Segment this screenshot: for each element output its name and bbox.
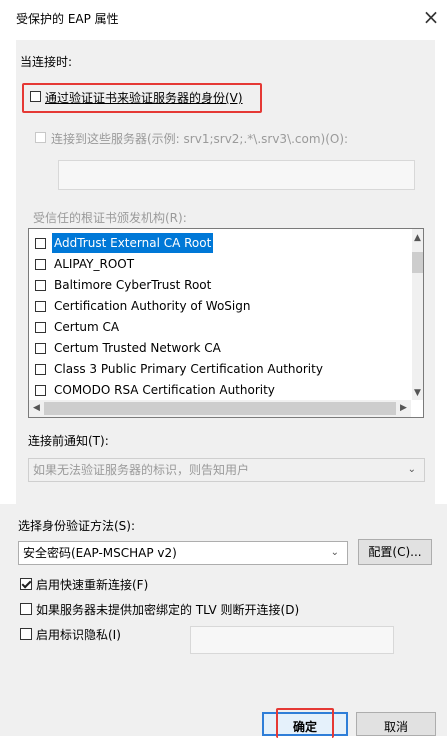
chevron-down-icon: ⌄	[330, 547, 339, 558]
configure-button[interactable]: 配置(C)...	[358, 539, 432, 565]
list-item-checkbox[interactable]	[35, 259, 46, 270]
identity-privacy-checkbox[interactable]	[20, 628, 32, 640]
list-item-label: Certum Trusted Network CA	[54, 341, 221, 355]
connect-heading: 当连接时:	[20, 55, 73, 69]
connect-servers-label: 连接到这些服务器(示例: srv1;srv2;.*\.srv3\.com)(O)…	[51, 132, 349, 146]
list-item-label: COMODO RSA Certification Authority	[54, 383, 275, 397]
scroll-right-icon[interactable]: ▶	[398, 403, 409, 414]
fast-reconnect-checkbox[interactable]	[20, 578, 32, 590]
chevron-down-icon: ⌄	[407, 464, 416, 475]
list-item-checkbox[interactable]	[35, 301, 46, 312]
scroll-down-icon[interactable]: ▼	[412, 388, 423, 399]
disconnect-tlv-label: 如果服务器未提供加密绑定的 TLV 则断开连接(D)	[36, 603, 300, 617]
identity-privacy-input	[190, 626, 394, 654]
list-item-label: Certum CA	[54, 320, 120, 334]
list-item-label: Baltimore CyberTrust Root	[54, 278, 212, 292]
fast-reconnect-label: 启用快速重新连接(F)	[36, 578, 149, 592]
list-item-checkbox[interactable]	[35, 385, 46, 396]
notify-select-value: 如果无法验证服务器的标识，则告知用户	[33, 463, 250, 477]
fast-reconnect-option[interactable]: 启用快速重新连接(F)	[20, 576, 320, 592]
connect-servers-option: 连接到这些服务器(示例: srv1;srv2;.*\.srv3\.com)(O)…	[35, 130, 425, 146]
close-icon[interactable]: ×	[418, 4, 444, 30]
list-item-checkbox[interactable]	[35, 280, 46, 291]
trusted-ca-heading: 受信任的根证书颁发机构(R):	[33, 211, 187, 225]
list-item-label: Class 3 Public Primary Certification Aut…	[54, 362, 323, 376]
window-title: 受保护的 EAP 属性	[16, 12, 119, 26]
list-item-checkbox[interactable]	[35, 322, 46, 333]
notify-heading: 连接前通知(T):	[28, 434, 109, 448]
identity-privacy-label: 启用标识隐私(I)	[36, 628, 121, 642]
scroll-up-icon[interactable]: ▲	[412, 233, 423, 244]
list-item-checkbox[interactable]	[35, 238, 46, 249]
list-item-label: ALIPAY_ROOT	[54, 257, 135, 271]
verify-cert-option[interactable]: 通过验证证书来验证服务器的身份(V)	[30, 89, 260, 105]
auth-method-value: 安全密码(EAP-MSCHAP v2)	[23, 546, 177, 560]
auth-method-select[interactable]: 安全密码(EAP-MSCHAP v2) ⌄	[18, 541, 348, 565]
notify-select: 如果无法验证服务器的标识，则告知用户 ⌄	[28, 458, 425, 482]
ok-button-label: 确定	[292, 720, 317, 734]
trusted-ca-list[interactable]: AddTrust External CA Root ALIPAY_ROOT Ba…	[28, 228, 424, 418]
list-item-label: AddTrust External CA Root	[52, 233, 214, 253]
list-item-checkbox[interactable]	[35, 343, 46, 354]
servers-input	[58, 160, 415, 190]
horizontal-scroll-thumb[interactable]	[44, 402, 396, 415]
verify-cert-checkbox[interactable]	[30, 91, 41, 102]
title-bar: 受保护的 EAP 属性 ×	[0, 0, 447, 36]
connect-servers-checkbox	[35, 132, 46, 143]
cancel-button-label: 取消	[383, 720, 408, 734]
identity-privacy-option[interactable]: 启用标识隐私(I)	[20, 626, 180, 642]
disconnect-tlv-checkbox[interactable]	[20, 603, 32, 615]
auth-heading: 选择身份验证方法(S):	[18, 519, 136, 533]
verify-cert-label: 通过验证证书来验证服务器的身份(V)	[45, 91, 243, 105]
list-item-checkbox[interactable]	[35, 364, 46, 375]
list-item-label: Certification Authority of WoSign	[54, 299, 251, 313]
vertical-scroll-thumb[interactable]	[412, 252, 423, 273]
scroll-left-icon[interactable]: ◀	[31, 403, 42, 414]
disconnect-tlv-option[interactable]: 如果服务器未提供加密绑定的 TLV 则断开连接(D)	[20, 601, 320, 617]
